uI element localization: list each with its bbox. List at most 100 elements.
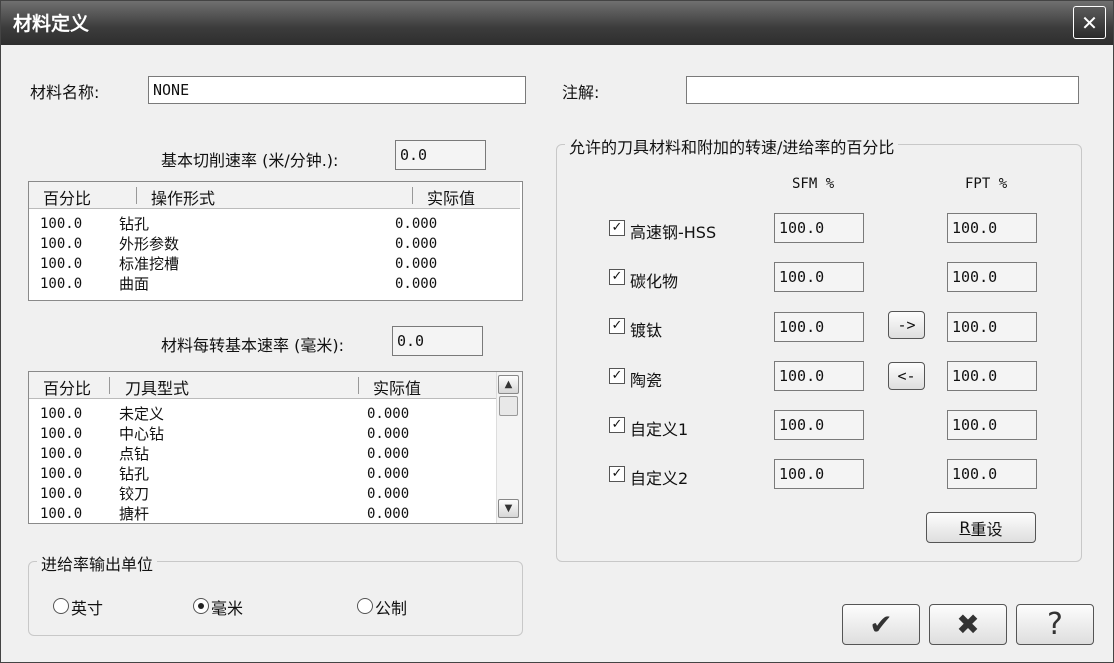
table-row[interactable]: 100.0 搪杆 0.000 xyxy=(29,505,522,523)
radio-millimeter-label[interactable]: 毫米 xyxy=(211,595,243,619)
table-row[interactable]: 100.0 钻孔 0.000 xyxy=(29,215,522,235)
base-cut-speed-label: 基本切削速率 (米/分钟.): xyxy=(161,151,339,170)
sfm-input-ceramic[interactable]: 100.0 xyxy=(774,361,864,391)
fpt-input-hss[interactable]: 100.0 xyxy=(947,213,1037,243)
base-feed-per-rev-label: 材料每转基本速率 (毫米): xyxy=(161,336,344,355)
fpt-input-ceramic[interactable]: 100.0 xyxy=(947,361,1037,391)
fpt-input-tin-coated[interactable]: 100.0 xyxy=(947,312,1037,342)
checkbox-carbide[interactable]: ✓ xyxy=(609,269,625,285)
checkbox-hss-label[interactable]: 高速钢-HSS xyxy=(630,219,716,243)
row-percent: 100.0 xyxy=(40,256,83,272)
table-row[interactable]: 100.0 钻孔 0.000 xyxy=(29,465,522,485)
row-tool-name: 未定义 xyxy=(119,405,165,423)
cancel-button[interactable]: ✖ xyxy=(929,604,1007,645)
close-button[interactable]: ✕ xyxy=(1073,6,1106,39)
column-divider[interactable] xyxy=(358,377,359,394)
fpt-input-custom1[interactable]: 100.0 xyxy=(947,410,1037,440)
tool-type-table[interactable]: 百分比 刀具型式 实际值 100.0 未定义 0.000 100.0 中心钻 0… xyxy=(28,371,523,524)
row-tool-name: 点钻 xyxy=(119,445,150,463)
checkbox-custom1[interactable]: ✓ xyxy=(609,417,625,433)
sfm-input-hss[interactable]: 100.0 xyxy=(774,213,864,243)
operation-table[interactable]: 百分比 操作形式 实际值 100.0 钻孔 0.000 100.0 外形参数 0… xyxy=(28,181,523,301)
column-divider[interactable] xyxy=(412,187,413,204)
row-percent: 100.0 xyxy=(40,486,83,502)
row-tool-name: 中心钻 xyxy=(119,425,165,443)
chevron-up-icon: ▲ xyxy=(504,379,513,390)
checkbox-custom2[interactable]: ✓ xyxy=(609,466,625,482)
table-row[interactable]: 100.0 外形参数 0.000 xyxy=(29,235,522,255)
column-divider[interactable] xyxy=(109,377,110,394)
checkbox-tin-coated[interactable]: ✓ xyxy=(609,318,625,334)
sfm-input-tin-coated[interactable]: 100.0 xyxy=(774,312,864,342)
checkbox-ceramic-label[interactable]: 陶瓷 xyxy=(630,367,662,391)
row-percent: 100.0 xyxy=(40,406,83,422)
scroll-down-button[interactable]: ▼ xyxy=(498,499,519,518)
radio-inch[interactable] xyxy=(53,598,69,614)
sfm-input-custom1[interactable]: 100.0 xyxy=(774,410,864,440)
row-operation-name: 标准挖槽 xyxy=(119,255,180,273)
tool-materials-group-title: 允许的刀具材料和附加的转速/进给率的百分比 xyxy=(565,134,899,158)
checkbox-hss[interactable]: ✓ xyxy=(609,220,625,236)
row-operation-name: 外形参数 xyxy=(119,235,180,253)
row-percent: 100.0 xyxy=(40,466,83,482)
checkbox-carbide-label[interactable]: 碳化物 xyxy=(630,268,678,292)
checkmark-icon: ✔ xyxy=(869,608,893,641)
comment-input[interactable] xyxy=(686,76,1079,104)
column-header-operation-type[interactable]: 操作形式 xyxy=(151,185,215,209)
row-actual: 0.000 xyxy=(395,276,438,292)
row-actual: 0.000 xyxy=(367,446,410,462)
radio-metric[interactable] xyxy=(357,598,373,614)
row-actual: 0.000 xyxy=(395,256,438,272)
material-name-label: 材料名称: xyxy=(30,83,100,102)
ok-button[interactable]: ✔ xyxy=(842,604,920,645)
scroll-thumb[interactable] xyxy=(499,396,518,416)
radio-metric-label[interactable]: 公制 xyxy=(375,595,407,619)
table-row[interactable]: 100.0 中心钻 0.000 xyxy=(29,425,522,445)
base-feed-per-rev-input[interactable]: 0.0 xyxy=(392,326,483,356)
column-header-percent[interactable]: 百分比 xyxy=(43,185,91,209)
window-title: 材料定义 xyxy=(13,13,90,35)
fpt-input-custom2[interactable]: 100.0 xyxy=(947,459,1037,489)
table-row[interactable]: 100.0 点钻 0.000 xyxy=(29,445,522,465)
scroll-up-button[interactable]: ▲ xyxy=(498,375,519,394)
close-icon: ✕ xyxy=(1081,10,1098,35)
sfm-input-carbide[interactable]: 100.0 xyxy=(774,262,864,292)
row-percent: 100.0 xyxy=(40,506,83,522)
column-header-actual[interactable]: 实际值 xyxy=(427,185,475,209)
row-actual: 0.000 xyxy=(367,466,410,482)
table-row[interactable]: 100.0 标准挖槽 0.000 xyxy=(29,255,522,275)
fpt-input-carbide[interactable]: 100.0 xyxy=(947,262,1037,292)
tool-table-scrollbar[interactable]: ▲ ▼ xyxy=(496,372,522,523)
row-actual: 0.000 xyxy=(395,216,438,232)
checkbox-ceramic[interactable]: ✓ xyxy=(609,368,625,384)
column-header-actual[interactable]: 实际值 xyxy=(373,375,421,399)
material-name-input[interactable]: NONE xyxy=(148,76,526,104)
copy-sfm-to-fpt-button[interactable]: -> xyxy=(888,311,925,339)
check-icon: ✓ xyxy=(611,368,623,383)
checkbox-custom1-label[interactable]: 自定义1 xyxy=(630,416,688,440)
checkbox-tin-coated-label[interactable]: 镀钛 xyxy=(630,317,662,341)
sfm-input-custom2[interactable]: 100.0 xyxy=(774,459,864,489)
check-icon: ✓ xyxy=(611,466,623,481)
tool-table-header: 百分比 刀具型式 实际值 xyxy=(29,372,496,399)
copy-fpt-to-sfm-button[interactable]: <- xyxy=(888,362,925,390)
reset-label: 重设 xyxy=(970,519,1003,539)
row-tool-name: 搪杆 xyxy=(119,505,150,523)
table-row[interactable]: 100.0 曲面 0.000 xyxy=(29,275,522,295)
checkbox-custom2-label[interactable]: 自定义2 xyxy=(630,465,688,489)
row-percent: 100.0 xyxy=(40,276,83,292)
comment-label: 注解: xyxy=(562,83,600,102)
base-cut-speed-input[interactable]: 0.0 xyxy=(395,140,486,170)
sfm-header: SFM % xyxy=(792,176,835,192)
help-button[interactable]: ? xyxy=(1016,604,1094,645)
radio-millimeter[interactable] xyxy=(193,598,209,614)
reset-button[interactable]: R 重设 xyxy=(926,512,1036,543)
radio-inch-label[interactable]: 英寸 xyxy=(71,595,103,619)
column-header-percent[interactable]: 百分比 xyxy=(43,375,91,399)
table-row[interactable]: 100.0 未定义 0.000 xyxy=(29,405,522,425)
check-icon: ✓ xyxy=(611,417,623,432)
column-divider[interactable] xyxy=(136,187,137,204)
column-header-tool-type[interactable]: 刀具型式 xyxy=(125,375,189,399)
table-row[interactable]: 100.0 铰刀 0.000 xyxy=(29,485,522,505)
row-actual: 0.000 xyxy=(367,406,410,422)
